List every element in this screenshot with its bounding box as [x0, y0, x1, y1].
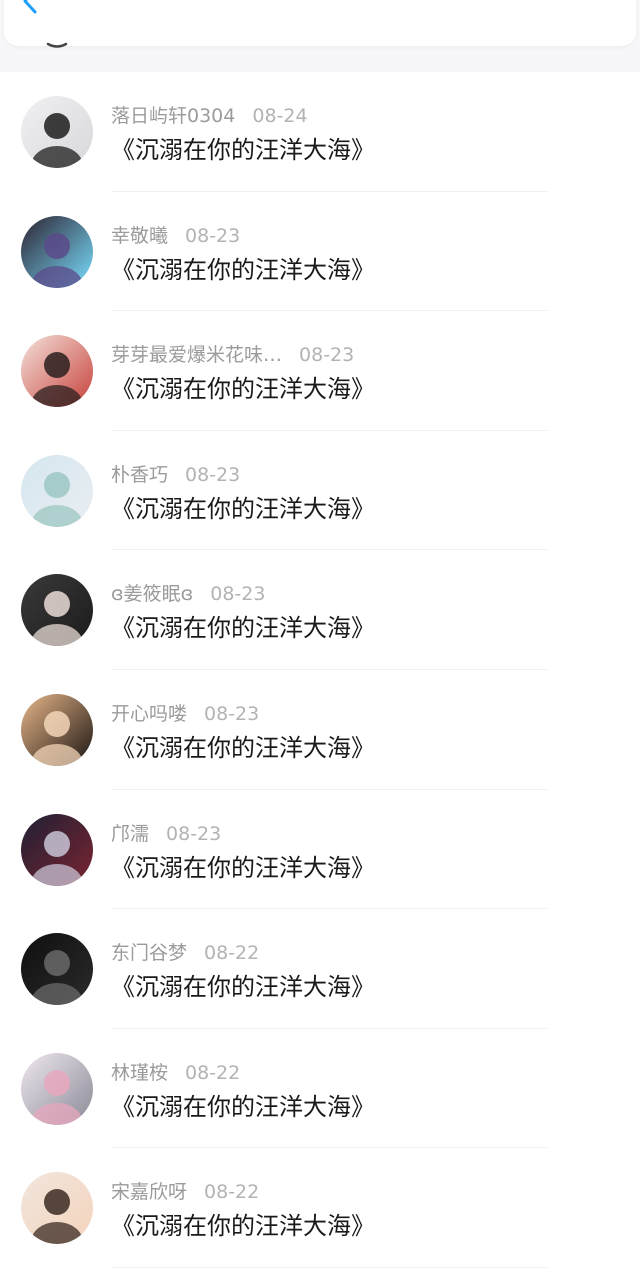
username[interactable]: 开心吗喽: [111, 703, 187, 725]
timestamp: 08-23: [185, 463, 241, 486]
comment-meta: 芽芽最爱爆米花味… 08-23: [111, 342, 354, 368]
username[interactable]: 幸敬曦: [111, 225, 168, 247]
avatar-image: [21, 1172, 93, 1245]
list-item[interactable]: 朴香巧 08-23 《沉溺在你的汪洋大海》: [0, 431, 640, 551]
chevron-left-icon: [23, 0, 37, 14]
avatar[interactable]: [21, 1172, 93, 1245]
previous-avatar-peek: [46, 42, 68, 48]
avatar-image: [21, 1052, 93, 1125]
list-item[interactable]: ɞ姜筱眠ɞ 08-23 《沉溺在你的汪洋大海》: [0, 550, 640, 670]
comment-meta: 朴香巧 08-23: [111, 462, 240, 488]
book-title[interactable]: 《沉溺在你的汪洋大海》: [111, 254, 375, 286]
list-item[interactable]: 宋嘉欣呀 08-22 《沉溺在你的汪洋大海》: [0, 1148, 640, 1268]
username[interactable]: 落日屿轩0304: [111, 105, 235, 127]
avatar-image: [21, 933, 93, 1006]
timestamp: 08-23: [166, 822, 222, 845]
timestamp: 08-23: [210, 583, 266, 606]
timestamp: 08-22: [185, 1061, 241, 1084]
list-item[interactable]: 幸敬曦 08-23 《沉溺在你的汪洋大海》: [0, 192, 640, 312]
avatar-image: [21, 454, 93, 527]
username[interactable]: 芽芽最爱爆米花味…: [111, 344, 282, 366]
book-title[interactable]: 《沉溺在你的汪洋大海》: [111, 971, 375, 1003]
comment-list: 落日屿轩0304 08-24 《沉溺在你的汪洋大海》 幸敬曦 08-23 《沉溺在你的汪洋…: [0, 72, 640, 1268]
timestamp: 08-24: [252, 105, 308, 127]
top-navigation-bar: [0, 0, 640, 72]
avatar[interactable]: [21, 96, 93, 168]
username[interactable]: 宋嘉欣呀: [111, 1181, 187, 1203]
book-title[interactable]: 《沉溺在你的汪洋大海》: [111, 373, 375, 405]
comment-meta: 开心吗喽 08-23: [111, 701, 259, 727]
book-title[interactable]: 《沉溺在你的汪洋大海》: [111, 493, 375, 525]
timestamp: 08-23: [185, 224, 241, 247]
list-item[interactable]: 东门谷梦 08-22 《沉溺在你的汪洋大海》: [0, 909, 640, 1029]
book-title[interactable]: 《沉溺在你的汪洋大海》: [111, 134, 375, 166]
avatar-image: [21, 96, 93, 168]
username[interactable]: ɞ姜筱眠ɞ: [111, 583, 193, 605]
comment-meta: ɞ姜筱眠ɞ 08-23: [111, 581, 265, 607]
timestamp: 08-23: [204, 702, 260, 725]
timestamp: 08-22: [204, 1181, 260, 1204]
comment-meta: 落日屿轩0304 08-24: [111, 103, 308, 129]
comment-meta: 邝濡 08-23: [111, 821, 221, 847]
comment-meta: 东门谷梦 08-22: [111, 940, 259, 966]
list-item[interactable]: 开心吗喽 08-23 《沉溺在你的汪洋大海》: [0, 670, 640, 790]
list-item[interactable]: 邝濡 08-23 《沉溺在你的汪洋大海》: [0, 790, 640, 910]
comment-meta: 林瑾桉 08-22: [111, 1060, 240, 1086]
avatar[interactable]: [21, 574, 93, 647]
username[interactable]: 东门谷梦: [111, 942, 187, 964]
avatar-image: [21, 693, 93, 766]
book-title[interactable]: 《沉溺在你的汪洋大海》: [111, 732, 375, 764]
avatar-image: [21, 574, 93, 647]
avatar[interactable]: [21, 813, 93, 886]
avatar[interactable]: [21, 454, 93, 527]
avatar[interactable]: [21, 335, 93, 408]
timestamp: 08-22: [204, 942, 260, 965]
book-title[interactable]: 《沉溺在你的汪洋大海》: [111, 1210, 375, 1242]
avatar[interactable]: [21, 215, 93, 288]
timestamp: 08-23: [299, 344, 355, 367]
username[interactable]: 邝濡: [111, 823, 149, 845]
list-item[interactable]: 林瑾桉 08-22 《沉溺在你的汪洋大海》: [0, 1029, 640, 1149]
book-title[interactable]: 《沉溺在你的汪洋大海》: [111, 852, 375, 884]
book-title[interactable]: 《沉溺在你的汪洋大海》: [111, 612, 375, 644]
back-button[interactable]: [18, 0, 58, 18]
avatar-image: [21, 215, 93, 288]
list-item[interactable]: 落日屿轩0304 08-24 《沉溺在你的汪洋大海》: [0, 72, 640, 192]
list-item[interactable]: 芽芽最爱爆米花味… 08-23 《沉溺在你的汪洋大海》: [0, 311, 640, 431]
avatar[interactable]: [21, 933, 93, 1006]
avatar[interactable]: [21, 1052, 93, 1125]
comment-meta: 幸敬曦 08-23: [111, 223, 240, 249]
avatar-image: [21, 813, 93, 886]
avatar-image: [21, 335, 93, 408]
username[interactable]: 朴香巧: [111, 464, 168, 486]
comment-meta: 宋嘉欣呀 08-22: [111, 1179, 259, 1205]
username[interactable]: 林瑾桉: [111, 1062, 168, 1084]
book-title[interactable]: 《沉溺在你的汪洋大海》: [111, 1091, 375, 1123]
avatar[interactable]: [21, 693, 93, 766]
header-card: [4, 0, 636, 46]
